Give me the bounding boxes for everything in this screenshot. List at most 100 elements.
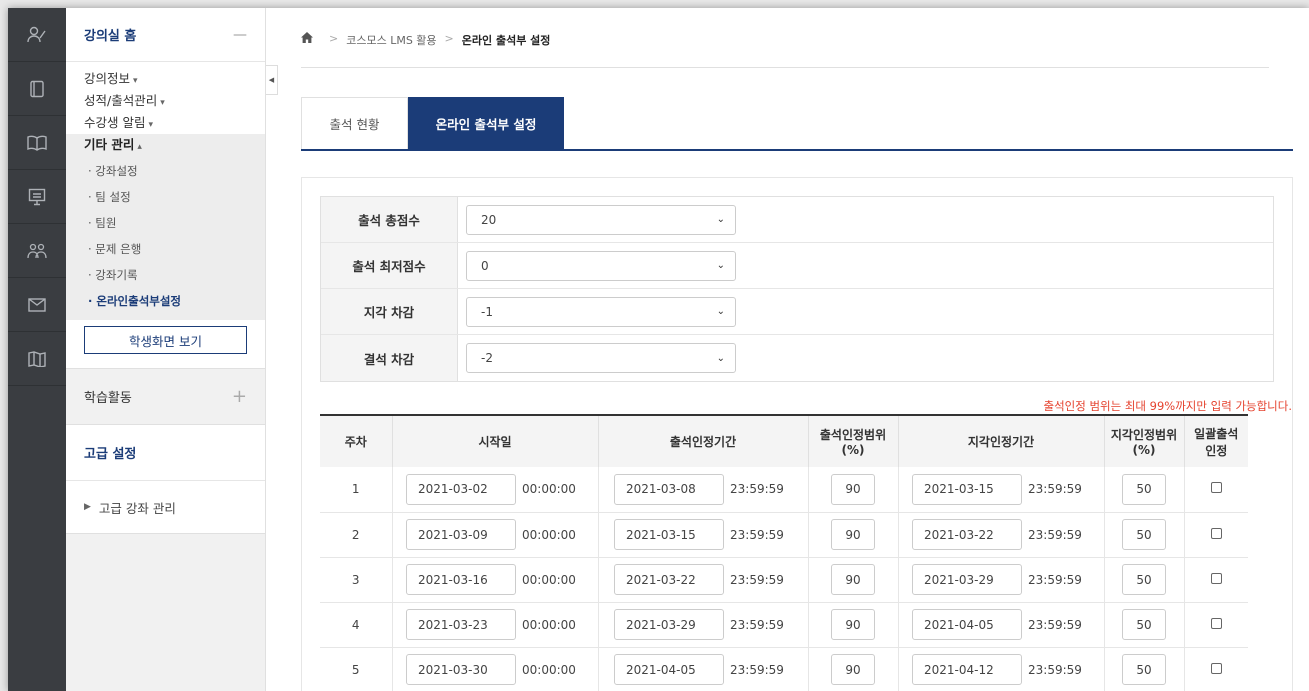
table-row: 5 2021-03-30 00:00:00 2021-04-05 23:59:59 90 2…	[320, 647, 1248, 691]
attendance-range-cell: 90	[807, 467, 898, 513]
late-range-input[interactable]: 50	[1122, 564, 1166, 595]
table-header-row: 주차 시작일 출석인정기간 출석인정범위 (%) 지각인정기간 지각인정범위 (…	[320, 414, 1248, 467]
start-date-input[interactable]: 2021-03-23	[406, 609, 516, 640]
table-row: 4 2021-03-23 00:00:00 2021-03-29 23:59:59 90 2…	[320, 602, 1248, 648]
table-row: 1 2021-03-02 00:00:00 2021-03-08 23:59:59 90 2…	[320, 467, 1248, 513]
late-end-input[interactable]: 2021-03-15	[912, 473, 1022, 505]
attendance-range-input[interactable]: 90	[831, 654, 875, 685]
attendance-range-input[interactable]: 90	[831, 609, 875, 640]
sidebar-item-grades[interactable]: 성적/출석관리 ▾	[66, 90, 265, 112]
sidebar-subitem-course-settings[interactable]: · 강좌설정	[66, 158, 265, 184]
select-value: -2	[481, 351, 493, 365]
late-range-input[interactable]: 50	[1122, 519, 1166, 550]
mail-icon[interactable]	[8, 278, 66, 332]
start-date-input[interactable]: 2021-03-16	[406, 564, 516, 595]
sidebar-subitem-course-log[interactable]: · 강좌기록	[66, 262, 265, 288]
late-period-cell: 2021-03-29 23:59:59	[897, 557, 1104, 603]
sidebar-section-activity[interactable]: 학습활동 +	[66, 368, 265, 424]
sidebar-subitem-question-bank[interactable]: · 문제 은행	[66, 236, 265, 262]
week-cell: 3	[320, 557, 392, 603]
late-period-cell: 2021-04-05 23:59:59	[897, 602, 1104, 648]
start-date-input[interactable]: 2021-03-30	[406, 654, 516, 685]
attendance-end-time: 23:59:59	[730, 617, 784, 632]
late-range-input[interactable]: 50	[1122, 654, 1166, 685]
total-score-select[interactable]: 20 ⌄	[466, 204, 736, 235]
late-period-cell: 2021-03-22 23:59:59	[897, 512, 1104, 558]
group-icon[interactable]	[8, 224, 66, 278]
bulk-attendance-checkbox[interactable]	[1210, 617, 1222, 629]
map-icon[interactable]	[8, 332, 66, 386]
late-end-input[interactable]: 2021-04-12	[912, 654, 1022, 685]
sidebar-home[interactable]: 강의실 홈 —	[66, 8, 265, 62]
user-icon[interactable]	[8, 8, 66, 62]
start-time: 00:00:00	[522, 662, 576, 677]
chevron-down-icon: ⌄	[716, 260, 725, 271]
late-end-input[interactable]: 2021-03-22	[912, 519, 1022, 550]
chevron-down-icon: ⌄	[716, 352, 725, 364]
home-icon[interactable]	[301, 32, 313, 47]
col-late-period: 지각인정기간	[897, 414, 1104, 467]
attendance-end-input[interactable]: 2021-03-29	[614, 609, 724, 640]
caret-up-icon: ▴	[137, 142, 142, 152]
sidebar-subitem-team-settings[interactable]: · 팀 설정	[66, 184, 265, 210]
late-range-input[interactable]: 50	[1122, 609, 1166, 640]
late-deduction-select[interactable]: -1 ⌄	[466, 296, 736, 327]
attendance-end-input[interactable]: 2021-04-05	[614, 654, 724, 685]
start-time: 00:00:00	[522, 527, 576, 542]
sidebar-subitem-team-members[interactable]: · 팀원	[66, 210, 265, 236]
col-bulk-attendance: 일괄출석 인정	[1183, 414, 1248, 467]
advanced-label: 고급 설정	[84, 447, 137, 462]
attendance-end-input[interactable]: 2021-03-08	[614, 473, 724, 505]
setting-label: 출석 최저점수	[321, 243, 458, 288]
collapse-icon[interactable]: —	[233, 27, 247, 43]
sidebar-subitem-online-attendance[interactable]: · 온라인출석부설정	[66, 288, 265, 314]
sidebar-home-label[interactable]: 강의실 홈	[84, 25, 136, 44]
week-cell: 5	[320, 647, 392, 691]
late-period-cell: 2021-03-15 23:59:59	[897, 467, 1104, 513]
student-view-button[interactable]: 학생화면 보기	[84, 326, 247, 354]
sidebar-item-advanced-course[interactable]: ▶ 고급 강좌 관리	[66, 480, 265, 534]
sidebar-item-course-info[interactable]: 강의정보 ▾	[66, 68, 265, 90]
presentation-icon[interactable]	[8, 170, 66, 224]
range-notice: 출석인정 범위는 최대 99%까지만 입력 가능합니다.	[1043, 399, 1292, 413]
sidebar-item-notifications[interactable]: 수강생 알림 ▾	[66, 112, 265, 134]
late-range-input[interactable]: 50	[1122, 473, 1166, 505]
start-cell: 2021-03-02 00:00:00	[391, 467, 598, 513]
attendance-table: 주차 시작일 출석인정기간 출석인정범위 (%) 지각인정기간 지각인정범위 (…	[320, 414, 1248, 691]
sidebar-collapse-handle[interactable]: ◀	[266, 65, 278, 95]
attendance-range-input[interactable]: 90	[831, 519, 875, 550]
attendance-period-cell: 2021-04-05 23:59:59	[597, 647, 808, 691]
late-range-cell: 50	[1103, 467, 1184, 513]
attendance-end-input[interactable]: 2021-03-22	[614, 564, 724, 595]
sidebar-section-advanced[interactable]: 고급 설정	[66, 424, 265, 480]
setting-label: 출석 총점수	[321, 197, 458, 242]
tab-attendance-status[interactable]: 출석 현황	[301, 97, 408, 149]
late-range-cell: 50	[1103, 512, 1184, 558]
start-date-input[interactable]: 2021-03-09	[406, 519, 516, 550]
min-score-select[interactable]: 0 ⌄	[466, 250, 736, 281]
notebook-icon[interactable]	[8, 62, 66, 116]
book-open-icon[interactable]	[8, 116, 66, 170]
bulk-attendance-checkbox[interactable]	[1210, 527, 1222, 539]
late-end-input[interactable]: 2021-03-29	[912, 564, 1022, 595]
bulk-attendance-checkbox[interactable]	[1210, 572, 1222, 584]
bulk-attendance-checkbox[interactable]	[1210, 482, 1222, 494]
attendance-range-input[interactable]: 90	[831, 564, 875, 595]
attendance-end-input[interactable]: 2021-03-15	[614, 519, 724, 550]
absence-deduction-select[interactable]: -2 ⌄	[466, 343, 736, 373]
bulk-cell	[1183, 512, 1248, 558]
late-period-cell: 2021-04-12 23:59:59	[897, 647, 1104, 691]
table-row: 3 2021-03-16 00:00:00 2021-03-22 23:59:59 90 2…	[320, 557, 1248, 603]
plus-icon[interactable]: +	[232, 386, 247, 407]
col-start-date: 시작일	[391, 414, 598, 467]
start-cell: 2021-03-30 00:00:00	[391, 647, 598, 691]
start-date-input[interactable]: 2021-03-02	[406, 473, 516, 505]
tab-online-attendance-settings[interactable]: 온라인 출석부 설정	[408, 97, 564, 149]
bulk-attendance-checkbox[interactable]	[1210, 662, 1222, 674]
start-time: 00:00:00	[522, 572, 576, 587]
late-end-input[interactable]: 2021-04-05	[912, 609, 1022, 640]
sidebar-item-label: 강의정보	[84, 71, 131, 86]
attendance-range-input[interactable]: 90	[831, 473, 875, 505]
breadcrumb-course[interactable]: 코스모스 LMS 활용	[346, 32, 436, 48]
sidebar-item-etc[interactable]: 기타 관리 ▴	[66, 134, 265, 156]
